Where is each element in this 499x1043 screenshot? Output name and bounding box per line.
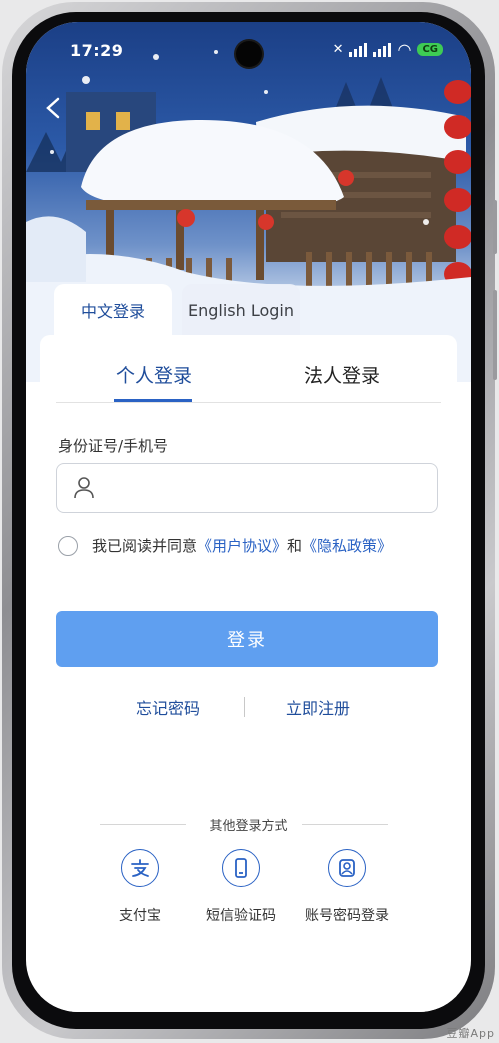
alipay-label: 支付宝 [119,908,161,924]
battery-icon: CG [417,43,443,56]
agreement-and: 和 [287,537,303,555]
tab-chinese-label: 中文登录 [80,302,145,321]
tab-chinese-login[interactable]: 中文登录 [54,284,172,336]
power-button [493,290,497,380]
tab-legal-entity-login[interactable]: 法人登录 [304,361,380,388]
alipay-login-option[interactable]: 支付宝 [85,849,195,925]
id-phone-input[interactable] [107,472,431,506]
privacy-policy-link[interactable]: 《隐私政策》 [302,535,392,556]
account-icon [328,849,366,887]
tab-english-label: English Login [187,300,295,320]
password-login-label: 账号密码登录 [305,908,389,924]
other-methods-title: 其他登录方式 [209,819,288,834]
links-separator [244,697,245,717]
watermark: 豆瓣App [446,1027,495,1040]
id-phone-label: 身份证号/手机号 [58,437,169,455]
sms-login-option[interactable]: 短信验证码 [186,849,296,925]
id-phone-field[interactable] [56,463,438,513]
user-icon [74,477,94,499]
agreement-prefix: 我已阅读并同意 [92,537,198,555]
status-time: 17:29 [70,41,124,60]
login-card: 个人登录 法人登录 身份证号/手机号 我已阅读并同意 《用户协议》 和 《隐私政… [40,335,457,1012]
login-button[interactable]: 登录 [56,611,438,667]
user-agreement-link[interactable]: 《用户协议》 [197,535,287,556]
auxiliary-links: 忘记密码 立即注册 [40,695,457,719]
signal-icon [349,42,368,57]
forgot-password-link[interactable]: 忘记密码 [136,695,200,719]
tab-english-login[interactable]: English Login [182,284,300,336]
agreement-row: 我已阅读并同意 《用户协议》 和 《隐私政策》 [58,535,392,556]
signal-icon-2 [373,42,392,57]
status-bar: 17:29 ✕ ◠ CG [26,22,471,74]
status-icons: ✕ ◠ CG [332,39,443,59]
back-arrow-icon[interactable] [42,96,66,120]
front-camera [236,41,262,67]
divider-line-right [302,824,388,825]
mobile-phone-icon [222,849,260,887]
wifi-icon: ◠ [397,39,412,59]
tab-personal-login[interactable]: 个人登录 [116,361,192,388]
password-login-option[interactable]: 账号密码登录 [292,849,402,925]
tab-divider [56,402,441,403]
volume-button [493,200,497,254]
sms-label: 短信验证码 [206,908,276,924]
screen: 17:29 ✕ ◠ CG 中文登录 English Login 个人登录 法人登… [26,22,471,1012]
mute-icon: ✕ [332,42,344,57]
agreement-checkbox[interactable] [58,535,78,556]
register-link[interactable]: 立即注册 [286,695,350,719]
alipay-icon [121,849,159,887]
